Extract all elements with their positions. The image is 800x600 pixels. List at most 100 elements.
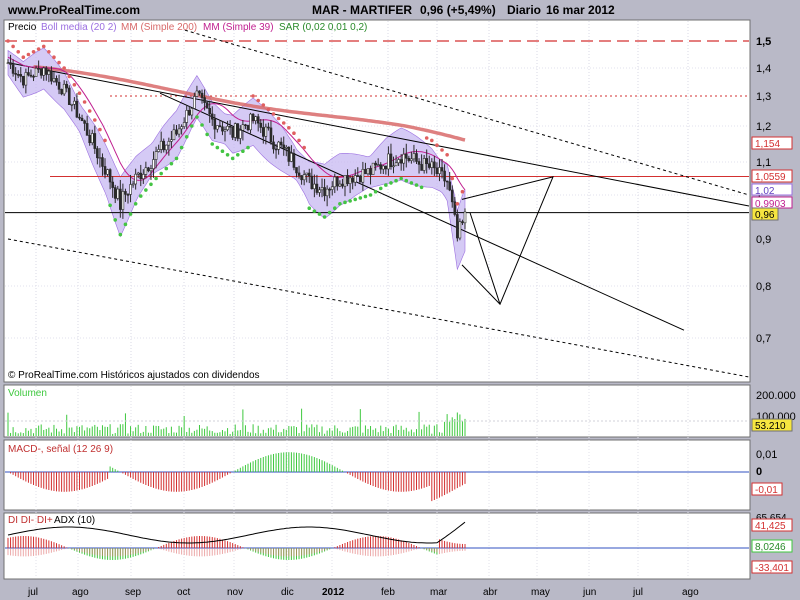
month-dic: dic (281, 587, 294, 598)
candle-body-55 (147, 167, 150, 172)
sar-dot-148 (384, 183, 388, 187)
candle-body-170 (440, 167, 444, 172)
sar-dot-98 (256, 98, 261, 103)
candle-body-1 (9, 62, 12, 65)
sar-dot-44 (118, 232, 123, 237)
month-2012: 2012 (322, 587, 345, 598)
legend-mm39: MM (Simple 39) (203, 22, 274, 33)
candle-body-28 (78, 116, 81, 119)
candle-body-54 (144, 167, 148, 175)
sar-dot-62 (164, 166, 169, 171)
candle-body-99 (259, 122, 263, 128)
candle-body-106 (277, 141, 280, 150)
candle-body-33 (90, 133, 94, 144)
chart-window: www.ProRealTime.com MAR - MARTIFER 0,96 … (0, 0, 800, 600)
sar-dot-130 (338, 202, 342, 206)
tick-1-2: 1,2 (756, 121, 771, 133)
macd-tick-0: 0 (756, 466, 762, 478)
candle-body-164 (425, 158, 429, 165)
candle-body-82 (216, 125, 219, 130)
sar-dot-174 (450, 176, 455, 181)
sar-dot-80 (210, 142, 215, 146)
candle-body-61 (162, 140, 166, 151)
candle-body-77 (203, 97, 206, 103)
adx-label-adx: ADX (10) (54, 515, 95, 526)
sar-dot-60 (159, 171, 163, 176)
sar-dot-54 (144, 188, 148, 192)
candle-body-63 (167, 141, 171, 146)
sar-dot-12 (36, 47, 41, 51)
candle-body-133 (346, 175, 349, 184)
candle-body-20 (57, 81, 61, 90)
candle-body-169 (438, 167, 441, 174)
site-name[interactable]: www.ProRealTime.com (7, 3, 140, 17)
sar-dot-20 (57, 60, 61, 65)
sar-dot-58 (154, 176, 158, 181)
candle-body-155 (402, 153, 406, 164)
sar-dot-90 (235, 153, 240, 157)
candle-body-66 (175, 129, 178, 135)
candle-body-141 (366, 168, 370, 175)
candle-body-7 (24, 72, 28, 86)
candle-body-162 (420, 164, 423, 171)
candle-body-158 (410, 158, 413, 161)
candle-body-175 (453, 201, 457, 215)
candle-body-134 (348, 177, 352, 184)
sar-dot-78 (205, 132, 209, 137)
candle-body-14 (42, 67, 46, 76)
candle-body-69 (182, 122, 186, 127)
date: 16 mar 2012 (546, 3, 615, 17)
sar-dot-42 (113, 218, 118, 222)
sar-dot-34 (93, 118, 97, 122)
candle-body-49 (131, 183, 135, 186)
tick-1-1: 1,1 (756, 157, 771, 169)
month-sep: sep (125, 587, 142, 598)
candle-body-64 (170, 139, 173, 142)
candle-body-37 (101, 157, 104, 167)
candle-body-81 (213, 118, 217, 130)
month-abr: abr (483, 587, 498, 598)
candle-body-167 (433, 161, 436, 169)
candle-body-163 (422, 158, 426, 171)
sar-dot-104 (271, 112, 276, 116)
candle-body-51 (136, 172, 140, 175)
candle-body-78 (205, 102, 209, 109)
candle-body-150 (389, 153, 393, 167)
legend-mm200: MM (Simple 200) (121, 22, 197, 33)
candle-body-159 (412, 153, 416, 160)
instrument-name: MAR - MARTIFER (312, 3, 412, 17)
macd-current: -0,01 (755, 485, 778, 496)
candle-body-102 (267, 126, 270, 129)
candle-body-24 (67, 87, 71, 105)
sar-dot-140 (363, 194, 368, 199)
candle-body-22 (62, 83, 66, 95)
candle-body-129 (336, 176, 339, 187)
label-096: 0,96 (755, 210, 775, 221)
month-ago-2: ago (682, 587, 699, 598)
sar-dot-118 (307, 206, 312, 210)
sar-dot-120 (312, 209, 317, 213)
sar-dot-26 (72, 83, 77, 87)
sar-dot-176 (455, 202, 460, 206)
candle-body-76 (200, 92, 204, 98)
sar-dot-128 (332, 206, 337, 210)
candle-body-19 (55, 78, 58, 83)
candle-body-161 (417, 161, 421, 165)
sar-dot-102 (266, 107, 271, 112)
macd-panel (3, 439, 751, 511)
sar-dot-6 (21, 55, 26, 59)
candle-body-144 (374, 162, 377, 166)
macd-tick-001: 0,01 (756, 449, 777, 461)
adx-value-2: 41,425 (755, 521, 786, 532)
candle-body-178 (461, 221, 464, 224)
candle-body-136 (353, 175, 357, 183)
sar-dot-166 (430, 138, 434, 143)
candle-body-74 (195, 90, 199, 97)
candle-body-18 (52, 78, 56, 82)
candle-body-132 (343, 175, 347, 187)
volume-tick-200k: 200.000 (756, 390, 796, 402)
candle-body-153 (397, 159, 400, 164)
sar-dot-94 (246, 145, 250, 150)
candle-body-10 (32, 75, 35, 78)
candle-body-176 (456, 214, 459, 239)
